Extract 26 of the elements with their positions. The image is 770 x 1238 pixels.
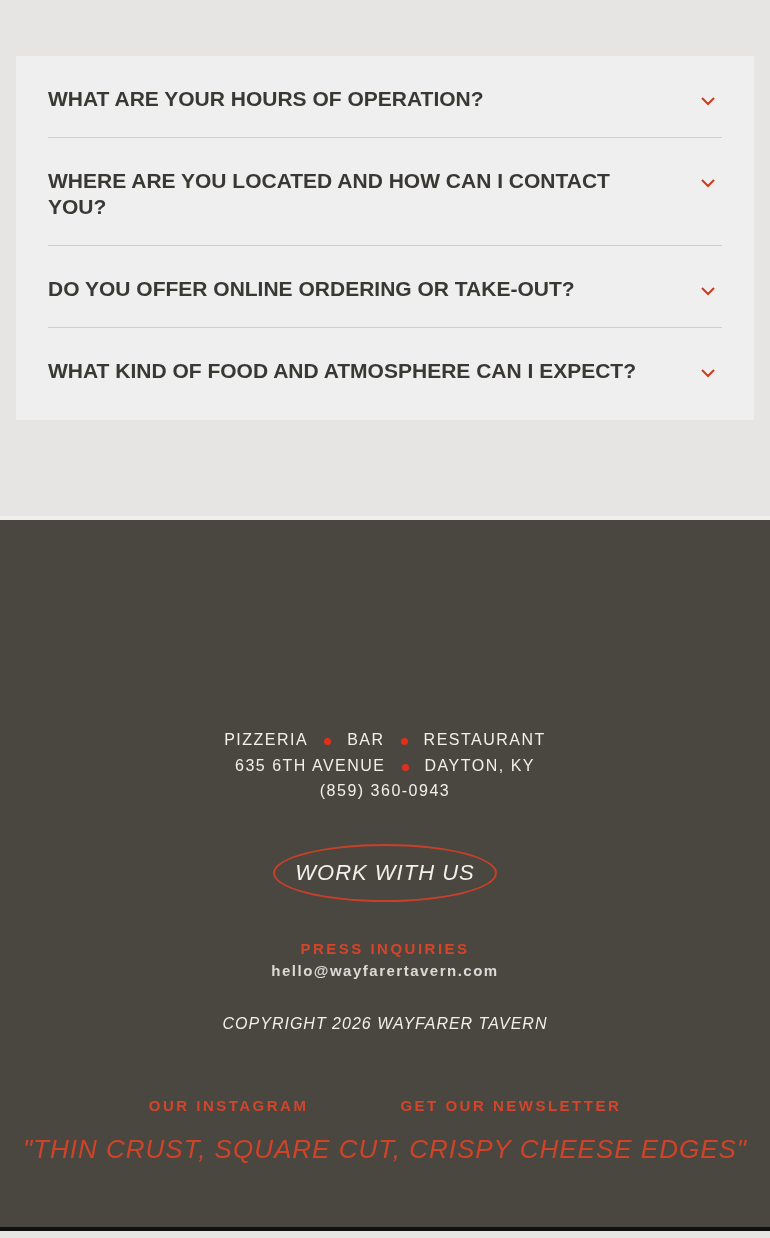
press-label: PRESS INQUIRIES [300,939,470,957]
chevron-icon [700,96,716,106]
faq-question: DO YOU OFFER ONLINE ORDERING OR TAKE-OUT? [48,276,575,302]
bullet-dot [324,738,332,746]
quote-text: "THIN CRUST, SQUARE CUT, CRISPY CHEESE EDGES" [22,1133,748,1165]
work-with-us-button[interactable]: WORK WITH US [273,843,497,902]
info-text: DAYTON, KY [424,755,535,776]
bullet-dot [400,738,408,746]
chevron-icon [700,368,716,378]
chevron-icon [700,286,716,296]
faq-question: WHERE ARE YOU LOCATED AND HOW CAN I CONTACT YOU? [48,168,611,220]
faq-question: WHAT ARE YOUR HOURS OF OPERATION? [48,86,484,112]
info-text: (859) 360-0943 [319,781,451,801]
copyright-text: COPYRIGHT 2026 WAYFARER TAVERN [222,1014,548,1033]
bullet-dot [401,763,409,771]
chevron-icon [700,178,716,188]
faq-question: WHAT KIND OF FOOD AND ATMOSPHERE CAN I EXPECT? [48,358,636,384]
info-text: BAR [347,730,385,750]
info-text: RESTAURANT [423,730,546,750]
faq-item[interactable]: WHAT KIND OF FOOD AND ATMOSPHERE CAN I EXPECT? [48,328,722,412]
info-text: 635 6TH AVENUE [235,755,386,776]
faq-item[interactable]: WHAT ARE YOUR HOURS OF OPERATION? [48,56,722,138]
info-text: PIZZERIA [224,730,309,750]
email-link[interactable]: hello@wayfarertavern.com [271,961,499,979]
faq-item[interactable]: DO YOU OFFER ONLINE ORDERING OR TAKE-OUT? [48,246,722,328]
faq-item[interactable]: WHERE ARE YOU LOCATED AND HOW CAN I CONTACT YOU? [48,138,722,246]
